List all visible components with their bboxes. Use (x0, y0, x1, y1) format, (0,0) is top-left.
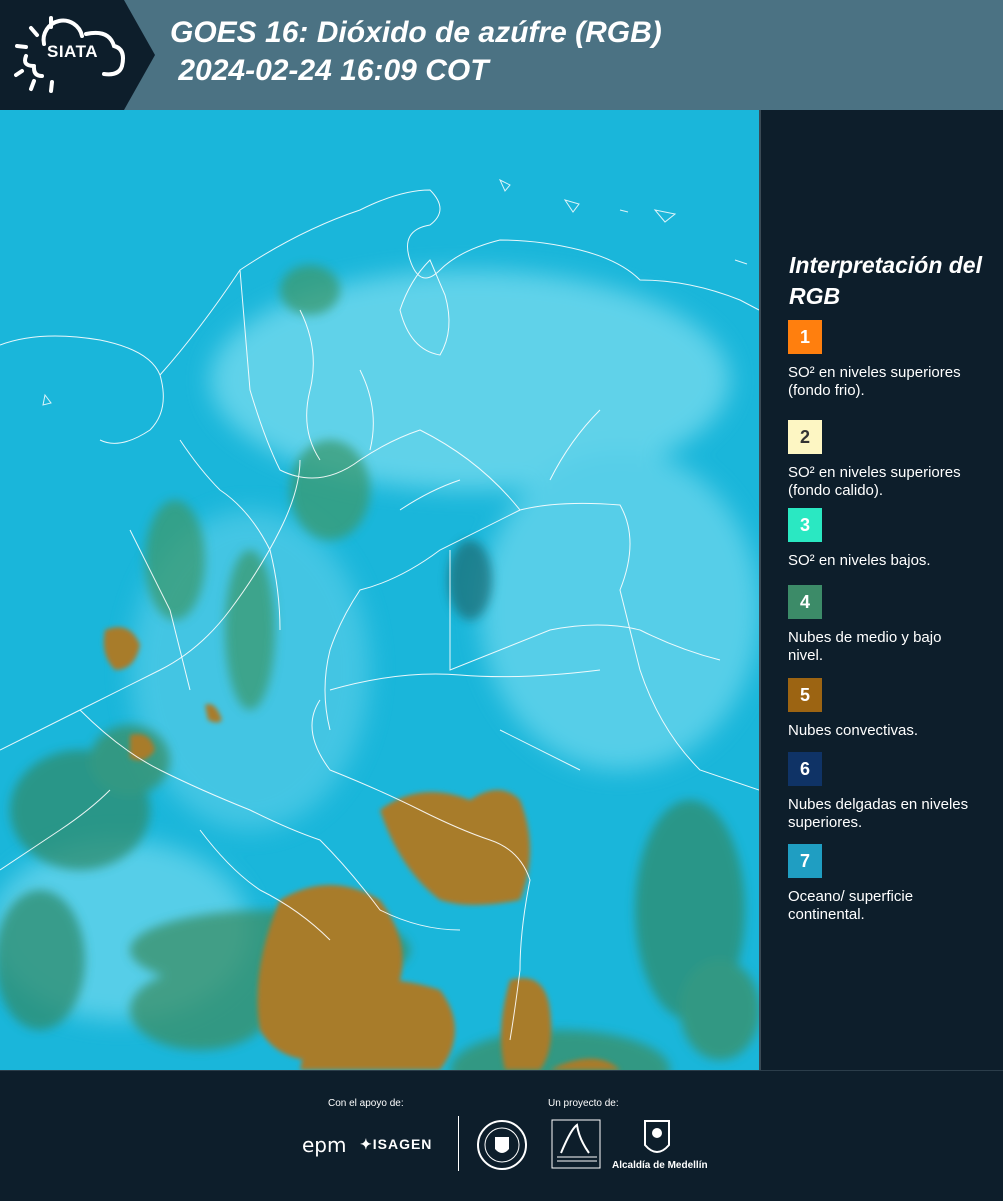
legend-swatch: 2 (788, 420, 822, 454)
legend-item-2: 2 SO² en niveles superiores (fondo calid… (788, 420, 998, 500)
page-title: GOES 16: Dióxido de azúfre (RGB) 2024-02… (170, 16, 662, 87)
legend-item-6: 6 Nubes delgadas en niveles superiores. (788, 752, 998, 832)
legend-swatch: 4 (788, 585, 822, 619)
legend-label: Nubes de medio y bajo nivel. (788, 629, 942, 664)
logo-text: SIATA (47, 42, 98, 61)
isagen-logo: ✦ISAGEN (360, 1136, 433, 1152)
epm-logo: epm (302, 1133, 347, 1157)
legend-item-1: 1 SO² en niveles superiores (fondo frio)… (788, 320, 998, 400)
legend-item-7: 7 Oceano/ superficie continental. (788, 844, 998, 924)
legend-item-4: 4 Nubes de medio y bajo nivel. (788, 585, 998, 665)
header-bar: SIATA GOES 16: Dióxido de azúfre (RGB) 2… (0, 0, 1003, 110)
legend-panel: Interpretación del RGB 1 SO² en niveles … (761, 110, 1003, 1070)
footer-divider (458, 1116, 459, 1171)
legend-label: SO² en niveles superiores (fondo frio). (788, 364, 961, 399)
legend-swatch: 1 (788, 320, 822, 354)
alcaldia-shield-icon (644, 1120, 670, 1153)
legend-title: Interpretación del RGB (789, 252, 982, 309)
legend-label: Oceano/ superficie continental. (788, 888, 914, 923)
support-label: Con el apoyo de: (328, 1098, 404, 1109)
legend-item-3: 3 SO² en niveles bajos. (788, 508, 998, 570)
satellite-map (0, 110, 761, 1070)
legend-swatch: 5 (788, 678, 822, 712)
siata-logo: SIATA (0, 0, 155, 110)
isagen-logo-text: ISAGEN (372, 1136, 433, 1152)
legend-label: SO² en niveles bajos. (788, 552, 931, 569)
project-label: Un proyecto de: (548, 1098, 619, 1109)
legend-swatch: 3 (788, 508, 822, 542)
area-metropolitana-logo (551, 1119, 601, 1169)
legend-swatch: 7 (788, 844, 822, 878)
legend-item-5: 5 Nubes convectivas. (788, 678, 998, 740)
legend-label: SO² en niveles superiores (fondo calido)… (788, 464, 961, 499)
legend-swatch: 6 (788, 752, 822, 786)
footer-bar: Con el apoyo de: Un proyecto de: epm ✦IS… (0, 1070, 1003, 1201)
alcaldia-label: Alcaldía de Medellín (612, 1160, 708, 1171)
legend-label: Nubes delgadas en niveles superiores. (788, 796, 969, 831)
legend-label: Nubes convectivas. (788, 722, 919, 739)
seal-icon (477, 1120, 527, 1170)
